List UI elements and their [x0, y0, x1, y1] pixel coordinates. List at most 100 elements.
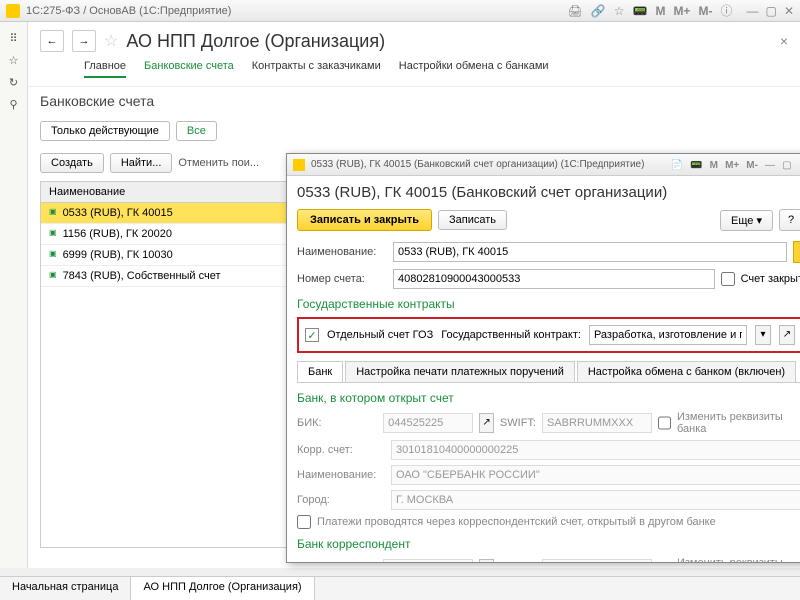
- save-close-button[interactable]: Записать и закрыть: [297, 209, 432, 231]
- tab-exchange[interactable]: Настройки обмена с банками: [399, 60, 549, 78]
- page-tabs: Главное Банковские счета Контракты с зак…: [28, 56, 800, 87]
- dropdown-indicator[interactable]: [793, 241, 800, 263]
- btab-org[interactable]: АО НПП Долгое (Организация): [131, 577, 314, 600]
- dialog-icon: [293, 159, 305, 171]
- city-input[interactable]: [391, 490, 800, 510]
- corr-input[interactable]: [391, 440, 800, 460]
- save-button[interactable]: Записать: [438, 210, 507, 230]
- d-mem-m[interactable]: M: [710, 160, 718, 171]
- bik-select-button[interactable]: ↗: [479, 413, 494, 433]
- itab-print[interactable]: Настройка печати платежных поручений: [345, 361, 575, 382]
- maximize-icon[interactable]: ▢: [766, 4, 777, 18]
- bank-city-row: Город:: [297, 490, 800, 510]
- left-sidebar: ⠿ ☆ ↻ ⚲: [0, 22, 28, 568]
- search-icon[interactable]: ⚲: [5, 98, 23, 116]
- tab-contracts[interactable]: Контракты с заказчиками: [252, 60, 381, 78]
- tab-bank-accounts[interactable]: Банковские счета: [144, 60, 234, 78]
- d-calc-icon[interactable]: 📟: [690, 160, 702, 171]
- mem-mplus[interactable]: M+: [673, 4, 690, 18]
- fav-star-icon[interactable]: ☆: [104, 31, 118, 51]
- city-label: Город:: [297, 494, 385, 506]
- title-tools: 🖨 🔗 ☆ 📟 M M+ M- ⓘ: [564, 2, 733, 19]
- bank-corr-header: Банк корреспондент: [297, 537, 800, 551]
- number-input[interactable]: [393, 269, 715, 289]
- sep-account-checkbox[interactable]: ✓: [305, 328, 319, 342]
- via-corr-checkbox[interactable]: [297, 515, 311, 529]
- history-icon[interactable]: ↻: [5, 76, 23, 94]
- cancel-search-link[interactable]: Отменить пои...: [178, 157, 259, 169]
- dialog-inner-tabs: Банк Настройка печати платежных поручени…: [297, 361, 800, 383]
- cedit-link[interactable]: Изменить реквизиты банка: [677, 557, 800, 562]
- bname-input[interactable]: [391, 465, 800, 485]
- filter-all[interactable]: Все: [176, 121, 217, 141]
- closed-label: Счет закрыт: [741, 273, 800, 285]
- sep-account-label: Отдельный счет ГОЗ: [327, 329, 433, 341]
- cbik-select-button[interactable]: ↗: [479, 559, 494, 562]
- gc-open-button[interactable]: ↗: [779, 325, 795, 345]
- field-name: Наименование:: [297, 241, 800, 263]
- nav-back-button[interactable]: ←: [40, 30, 64, 52]
- row-bullet-icon: ▣: [49, 249, 57, 261]
- create-button[interactable]: Создать: [40, 153, 104, 173]
- row-bullet-icon: ▣: [49, 207, 57, 219]
- row-name: 7843 (RUB), Собственный счет: [63, 270, 221, 282]
- cbik-input[interactable]: [383, 559, 473, 562]
- app-titlebar: 1С:275-ФЗ / ОсновАВ (1С:Предприятие) 🖨 🔗…: [0, 0, 800, 22]
- row-bullet-icon: ▣: [49, 228, 57, 240]
- name-input[interactable]: [393, 242, 787, 262]
- bottom-tabs: Начальная страница АО НПП Долгое (Органи…: [0, 576, 800, 600]
- nav-fwd-button[interactable]: →: [72, 30, 96, 52]
- mem-m[interactable]: M: [655, 4, 665, 18]
- edit-bank-checkbox[interactable]: [658, 416, 671, 430]
- page-header: ← → ☆ АО НПП Долгое (Организация) ×: [28, 22, 800, 56]
- itab-exchange[interactable]: Настройка обмена с банком (включен): [577, 361, 796, 382]
- bik-input[interactable]: [383, 413, 473, 433]
- window-controls: — ▢ ✕: [742, 4, 794, 18]
- content-area: ← → ☆ АО НПП Долгое (Организация) × Глав…: [28, 22, 800, 568]
- page-close-icon[interactable]: ×: [780, 33, 788, 49]
- more-button[interactable]: Еще ▾: [720, 210, 773, 231]
- number-label: Номер счета:: [297, 273, 387, 285]
- tool-calc-icon[interactable]: 📟: [632, 4, 647, 18]
- itab-bank[interactable]: Банк: [297, 361, 343, 382]
- app-title: 1С:275-ФЗ / ОсновАВ (1С:Предприятие): [26, 5, 564, 17]
- via-corr-label: Платежи проводятся через корреспондентск…: [317, 516, 716, 528]
- corr-bik-row: БИК: ↗ SWIFT: Изменить реквизиты банка: [297, 557, 800, 562]
- mem-mminus[interactable]: M-: [698, 4, 712, 18]
- tool-link-icon[interactable]: 🔗: [591, 4, 606, 18]
- help-button[interactable]: ?: [779, 209, 800, 231]
- btab-start[interactable]: Начальная страница: [0, 577, 131, 600]
- via-corr-row: Платежи проводятся через корреспондентск…: [297, 515, 800, 529]
- dialog-title: 0533 (RUB), ГК 40015 (Банковский счет ор…: [311, 159, 667, 170]
- minimize-icon[interactable]: —: [746, 4, 758, 18]
- find-button[interactable]: Найти...: [110, 153, 173, 173]
- gc-input[interactable]: [589, 325, 747, 345]
- apps-icon[interactable]: ⠿: [5, 32, 23, 50]
- bank-name-row: Наименование:: [297, 465, 800, 485]
- edit-bank-link[interactable]: Изменить реквизиты банка: [677, 411, 800, 435]
- tool-print-icon[interactable]: 🖨: [568, 4, 583, 18]
- d-mem-mm[interactable]: M-: [746, 160, 758, 171]
- swift-input[interactable]: [542, 413, 652, 433]
- d-max-icon[interactable]: ▢: [782, 160, 791, 171]
- favorite-icon[interactable]: ☆: [5, 54, 23, 72]
- close-icon[interactable]: ✕: [784, 4, 794, 18]
- bik-label: БИК:: [297, 417, 377, 429]
- cswift-input[interactable]: [542, 559, 652, 562]
- d-tool-icon[interactable]: 📄: [671, 160, 683, 171]
- tool-star-icon[interactable]: ☆: [614, 4, 625, 18]
- corr-label: Корр. счет:: [297, 444, 385, 456]
- d-min-icon[interactable]: —: [765, 160, 775, 171]
- bank-corr-row: Корр. счет:: [297, 440, 800, 460]
- dialog-toolbar: Записать и закрыть Записать Еще ▾ ?: [297, 209, 800, 231]
- d-mem-mp[interactable]: M+: [725, 160, 739, 171]
- closed-checkbox[interactable]: [721, 272, 735, 286]
- field-number: Номер счета: Счет закрыт: [297, 269, 800, 289]
- dialog-heading: 0533 (RUB), ГК 40015 (Банковский счет ор…: [297, 184, 800, 201]
- info-icon[interactable]: ⓘ: [720, 2, 732, 19]
- dialog-titlebar[interactable]: 0533 (RUB), ГК 40015 (Банковский счет ор…: [287, 154, 800, 176]
- tab-main[interactable]: Главное: [84, 60, 126, 78]
- bname-label: Наименование:: [297, 469, 385, 481]
- gc-select-button[interactable]: ▾: [755, 325, 771, 345]
- filter-only-active[interactable]: Только действующие: [40, 121, 170, 141]
